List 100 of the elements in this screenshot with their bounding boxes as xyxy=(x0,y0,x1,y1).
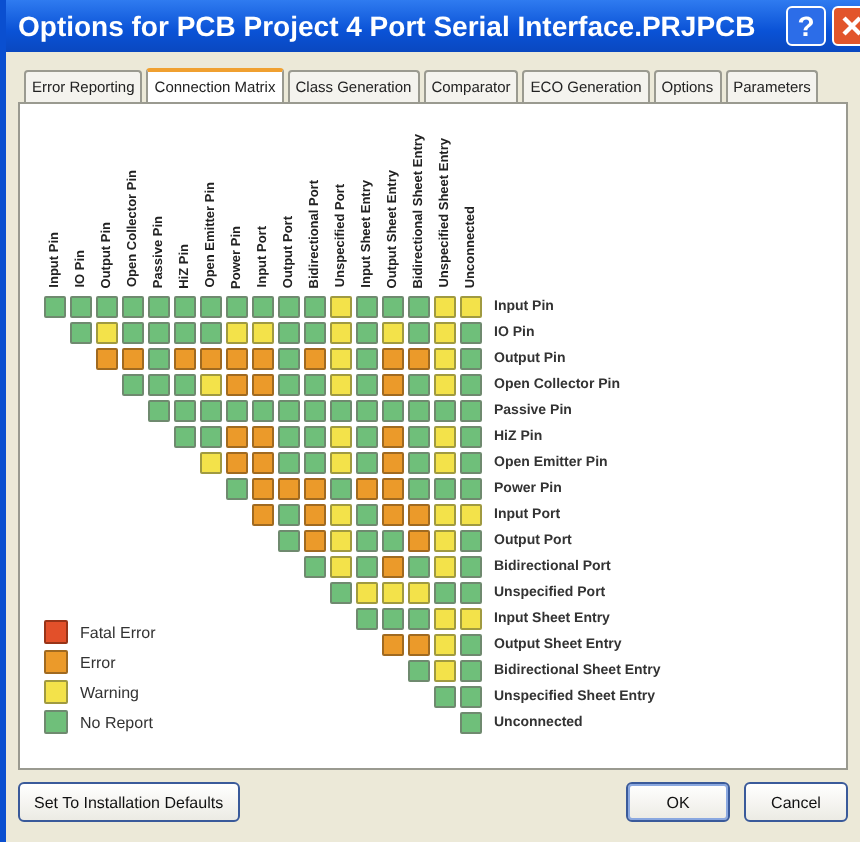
matrix-cell[interactable] xyxy=(382,556,404,578)
matrix-cell[interactable] xyxy=(174,426,196,448)
matrix-cell[interactable] xyxy=(434,608,456,630)
matrix-cell[interactable] xyxy=(460,452,482,474)
matrix-cell[interactable] xyxy=(356,296,378,318)
matrix-cell[interactable] xyxy=(382,400,404,422)
matrix-cell[interactable] xyxy=(434,686,456,708)
matrix-cell[interactable] xyxy=(382,348,404,370)
matrix-cell[interactable] xyxy=(330,478,352,500)
matrix-cell[interactable] xyxy=(460,348,482,370)
matrix-cell[interactable] xyxy=(330,426,352,448)
matrix-cell[interactable] xyxy=(382,504,404,526)
matrix-cell[interactable] xyxy=(44,296,66,318)
help-button[interactable]: ? xyxy=(786,6,826,46)
matrix-cell[interactable] xyxy=(278,322,300,344)
matrix-cell[interactable] xyxy=(434,660,456,682)
matrix-cell[interactable] xyxy=(434,426,456,448)
matrix-cell[interactable] xyxy=(252,296,274,318)
matrix-cell[interactable] xyxy=(408,608,430,630)
matrix-cell[interactable] xyxy=(408,426,430,448)
matrix-cell[interactable] xyxy=(252,504,274,526)
matrix-cell[interactable] xyxy=(278,478,300,500)
matrix-cell[interactable] xyxy=(200,452,222,474)
matrix-cell[interactable] xyxy=(356,426,378,448)
matrix-cell[interactable] xyxy=(330,504,352,526)
matrix-cell[interactable] xyxy=(434,322,456,344)
matrix-cell[interactable] xyxy=(200,348,222,370)
matrix-cell[interactable] xyxy=(408,296,430,318)
matrix-cell[interactable] xyxy=(460,400,482,422)
close-button[interactable] xyxy=(832,6,860,46)
matrix-cell[interactable] xyxy=(460,634,482,656)
matrix-cell[interactable] xyxy=(382,426,404,448)
matrix-cell[interactable] xyxy=(200,426,222,448)
matrix-cell[interactable] xyxy=(174,322,196,344)
matrix-cell[interactable] xyxy=(304,296,326,318)
matrix-cell[interactable] xyxy=(382,634,404,656)
matrix-cell[interactable] xyxy=(434,582,456,604)
matrix-cell[interactable] xyxy=(434,348,456,370)
matrix-cell[interactable] xyxy=(226,348,248,370)
matrix-cell[interactable] xyxy=(382,530,404,552)
matrix-cell[interactable] xyxy=(408,478,430,500)
matrix-cell[interactable] xyxy=(174,374,196,396)
ok-button[interactable]: OK xyxy=(626,782,730,822)
matrix-cell[interactable] xyxy=(434,452,456,474)
matrix-cell[interactable] xyxy=(356,556,378,578)
matrix-cell[interactable] xyxy=(148,348,170,370)
matrix-cell[interactable] xyxy=(330,452,352,474)
matrix-cell[interactable] xyxy=(96,348,118,370)
matrix-cell[interactable] xyxy=(330,530,352,552)
matrix-cell[interactable] xyxy=(148,400,170,422)
matrix-cell[interactable] xyxy=(460,556,482,578)
matrix-cell[interactable] xyxy=(278,504,300,526)
matrix-cell[interactable] xyxy=(434,530,456,552)
matrix-cell[interactable] xyxy=(226,296,248,318)
matrix-cell[interactable] xyxy=(408,322,430,344)
matrix-cell[interactable] xyxy=(408,348,430,370)
matrix-cell[interactable] xyxy=(434,504,456,526)
matrix-cell[interactable] xyxy=(226,400,248,422)
matrix-cell[interactable] xyxy=(434,296,456,318)
matrix-cell[interactable] xyxy=(278,348,300,370)
matrix-cell[interactable] xyxy=(356,400,378,422)
matrix-cell[interactable] xyxy=(330,582,352,604)
matrix-cell[interactable] xyxy=(382,374,404,396)
matrix-cell[interactable] xyxy=(278,374,300,396)
matrix-cell[interactable] xyxy=(460,296,482,318)
matrix-cell[interactable] xyxy=(304,374,326,396)
matrix-cell[interactable] xyxy=(70,296,92,318)
matrix-cell[interactable] xyxy=(382,296,404,318)
cancel-button[interactable]: Cancel xyxy=(744,782,848,822)
matrix-cell[interactable] xyxy=(174,348,196,370)
matrix-cell[interactable] xyxy=(460,608,482,630)
matrix-cell[interactable] xyxy=(304,504,326,526)
matrix-cell[interactable] xyxy=(200,296,222,318)
matrix-cell[interactable] xyxy=(304,530,326,552)
matrix-cell[interactable] xyxy=(148,322,170,344)
matrix-cell[interactable] xyxy=(382,452,404,474)
matrix-cell[interactable] xyxy=(330,348,352,370)
matrix-cell[interactable] xyxy=(460,686,482,708)
matrix-cell[interactable] xyxy=(356,478,378,500)
matrix-cell[interactable] xyxy=(200,374,222,396)
matrix-cell[interactable] xyxy=(278,530,300,552)
matrix-cell[interactable] xyxy=(304,556,326,578)
matrix-cell[interactable] xyxy=(304,322,326,344)
matrix-cell[interactable] xyxy=(434,478,456,500)
matrix-cell[interactable] xyxy=(460,426,482,448)
matrix-cell[interactable] xyxy=(356,348,378,370)
matrix-cell[interactable] xyxy=(304,400,326,422)
matrix-cell[interactable] xyxy=(408,530,430,552)
matrix-cell[interactable] xyxy=(122,374,144,396)
matrix-cell[interactable] xyxy=(356,530,378,552)
matrix-cell[interactable] xyxy=(96,322,118,344)
matrix-cell[interactable] xyxy=(460,504,482,526)
matrix-cell[interactable] xyxy=(330,322,352,344)
matrix-cell[interactable] xyxy=(278,452,300,474)
matrix-cell[interactable] xyxy=(460,322,482,344)
matrix-cell[interactable] xyxy=(278,296,300,318)
matrix-cell[interactable] xyxy=(408,660,430,682)
matrix-cell[interactable] xyxy=(356,452,378,474)
defaults-button[interactable]: Set To Installation Defaults xyxy=(18,782,240,822)
matrix-cell[interactable] xyxy=(460,478,482,500)
